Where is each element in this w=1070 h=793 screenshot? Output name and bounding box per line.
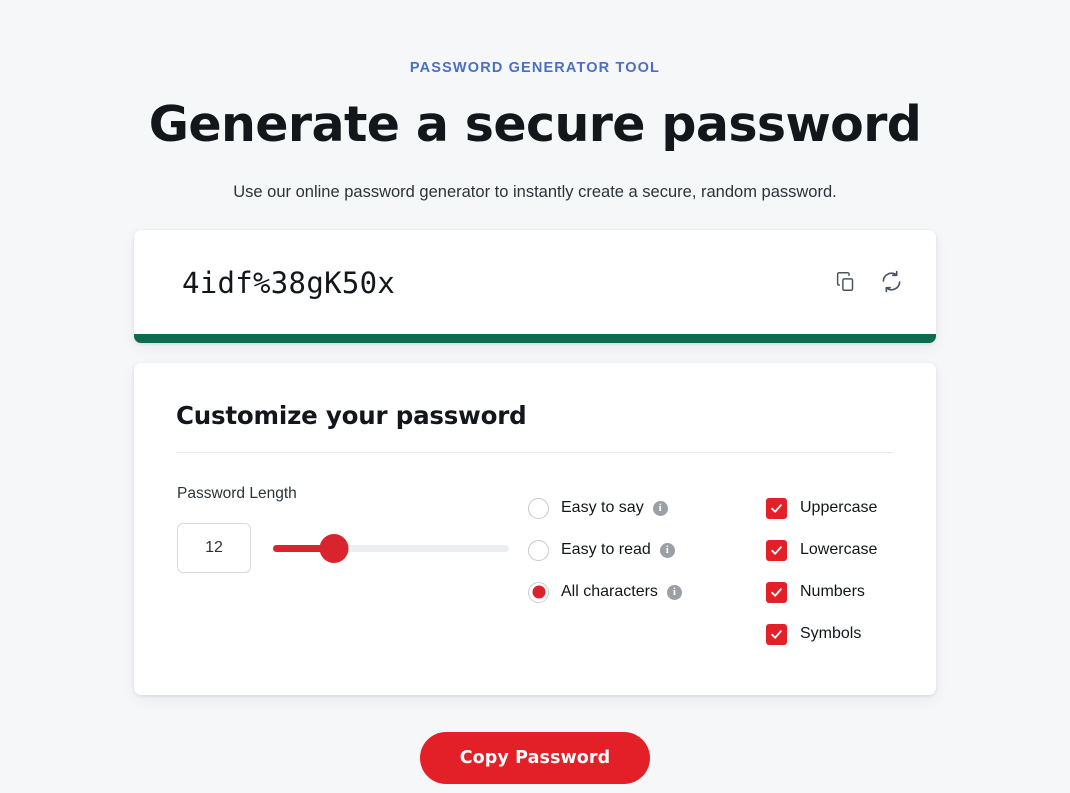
character-type-radio-group: Easy to say i Easy to read i All charact…: [528, 485, 766, 655]
radio-label: All characters: [561, 583, 658, 600]
password-actions: [830, 268, 906, 298]
checkbox-option-lowercase[interactable]: Lowercase: [766, 529, 877, 571]
password-length-controls: [177, 523, 528, 573]
cta-container: Copy Password: [0, 732, 1070, 784]
customize-options: Password Length Easy to say i: [176, 485, 894, 655]
page-eyebrow: PASSWORD GENERATOR TOOL: [409, 60, 661, 76]
refresh-icon-button[interactable]: [876, 268, 906, 298]
checkbox-option-numbers[interactable]: Numbers: [766, 571, 877, 613]
radio-indicator[interactable]: [528, 539, 549, 561]
checkbox-label: Lowercase: [800, 541, 878, 558]
checkbox-indicator[interactable]: [766, 581, 787, 603]
info-icon[interactable]: i: [652, 500, 668, 516]
password-length-input[interactable]: [177, 523, 251, 573]
radio-option-easy-to-say[interactable]: Easy to say i: [528, 487, 766, 529]
password-generator-page: PASSWORD GENERATOR TOOL Generate a secur…: [0, 0, 1070, 793]
customize-divider: [176, 452, 894, 453]
password-length-slider[interactable]: [273, 533, 509, 563]
copy-password-button[interactable]: Copy Password: [419, 732, 651, 784]
checkbox-label: Symbols: [800, 625, 862, 642]
radio-indicator[interactable]: [528, 581, 549, 603]
generated-password-row: 4idf%38gK50x: [134, 230, 936, 336]
password-length-group: Password Length: [176, 485, 528, 655]
page-subtitle: Use our online password generator to ins…: [233, 183, 837, 201]
info-icon[interactable]: i: [666, 584, 682, 600]
password-strength-bar: [134, 334, 936, 343]
refresh-icon: [880, 270, 903, 296]
info-icon[interactable]: i: [659, 542, 675, 558]
generated-password-card: 4idf%38gK50x: [134, 230, 936, 343]
checkbox-option-symbols[interactable]: Symbols: [766, 613, 877, 655]
checkbox-option-uppercase[interactable]: Uppercase: [766, 487, 877, 529]
radio-option-all-characters[interactable]: All characters i: [528, 571, 766, 613]
radio-label: Easy to say: [561, 499, 644, 516]
checkbox-indicator[interactable]: [766, 539, 787, 561]
character-set-checkbox-group: Uppercase Lowercase Numbers Symbols: [766, 485, 877, 655]
copy-icon: [835, 271, 856, 295]
checkbox-label: Uppercase: [800, 499, 878, 516]
slider-thumb[interactable]: [319, 533, 349, 563]
copy-icon-button[interactable]: [830, 268, 860, 298]
generated-password-value[interactable]: 4idf%38gK50x: [182, 266, 395, 300]
radio-indicator[interactable]: [528, 497, 549, 519]
radio-option-easy-to-read[interactable]: Easy to read i: [528, 529, 766, 571]
customize-password-card: Customize your password Password Length: [134, 363, 936, 695]
checkbox-label: Numbers: [800, 583, 865, 600]
password-length-label: Password Length: [177, 485, 297, 502]
checkbox-indicator[interactable]: [766, 497, 787, 519]
radio-label: Easy to read: [561, 541, 651, 558]
page-title: Generate a secure password: [148, 96, 922, 153]
customize-title: Customize your password: [176, 401, 527, 430]
checkbox-indicator[interactable]: [766, 623, 787, 645]
